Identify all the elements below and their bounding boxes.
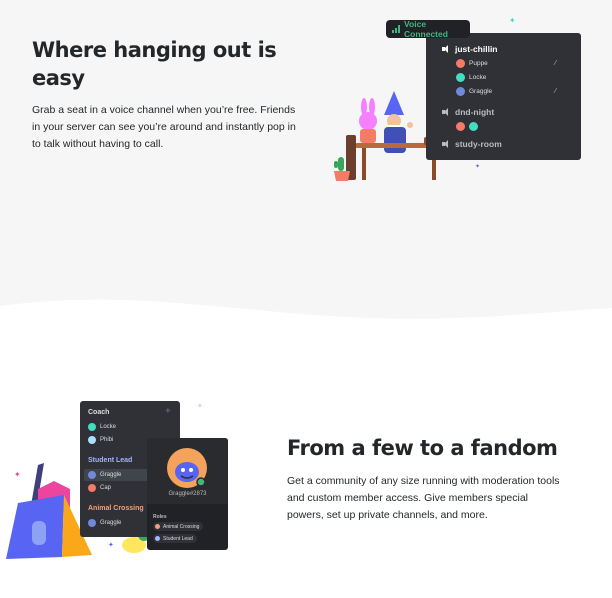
avatar [88,436,96,444]
role-dot-icon [155,536,160,541]
voice-channel-study-room[interactable]: study-room [442,139,502,149]
member-name: Phibi [100,437,114,443]
wave-divider [0,299,612,350]
voice-channel-dnd-night[interactable]: dnd-night [442,107,494,117]
speaker-icon [442,108,451,116]
profile-avatar [167,448,207,488]
avatar [456,59,465,68]
voice-channel-label: dnd-night [455,107,495,117]
voice-user[interactable]: Graggle [456,87,492,96]
creature-icon [175,462,206,487]
role-name: Student Lead [163,535,193,542]
mic-muted-icon: ⁄ [555,88,557,95]
voice-user-name: Puppe [469,60,488,67]
sparkle-icon: ✦ [108,542,114,549]
speaker-icon [442,140,451,148]
speaker-icon [442,45,451,53]
voice-connected-badge: Voice Connected [386,19,470,39]
member-name: Locke [100,424,117,430]
sparkle-icon: ✦ [475,164,481,170]
avatar [88,423,96,431]
role-header-coach: Coach [88,409,110,416]
sparkle-icon: ✦ [197,403,203,410]
member-row[interactable]: Graggle [88,519,121,527]
section-body-hanging-out: Grab a seat in a voice channel when you’… [32,104,296,150]
add-icon[interactable]: + [165,406,171,417]
voice-user-avatars [456,122,478,131]
section-body-fandom: Get a community of any size running with… [287,475,560,521]
sparkle-icon: ✦ [509,16,516,25]
member-row[interactable]: Locke [88,423,116,431]
voice-channel-label: just-chillin [455,44,498,54]
avatar [88,519,96,527]
signal-icon [392,25,400,33]
voice-user-name: Locke [469,74,487,81]
section-title-hanging-out: Where hanging out is easy [32,38,277,90]
role-pill: Animal Crossing [153,522,204,531]
avatar [456,122,465,131]
voice-user[interactable]: Locke [456,73,486,82]
avatar [456,87,465,96]
roles-label: Roles [153,514,167,520]
voice-user[interactable]: Puppe [456,59,488,68]
role-dot-icon [155,524,160,529]
sparkle-icon: ✦ [14,470,21,479]
profile-username: Graggle#2873 [168,491,207,497]
avatar [456,73,465,82]
member-name: Cap [100,485,112,491]
member-name: Graggle [100,472,122,478]
voice-channel-just-chillin[interactable]: just-chillin [442,44,498,54]
role-header-animal-crossing: Animal Crossing [88,505,144,512]
avatar [88,484,96,492]
section-title-fandom: From a few to a fandom [287,436,558,460]
member-row[interactable]: Phibi [88,436,113,444]
member-row[interactable]: Cap [88,484,111,492]
role-name: Animal Crossing [163,523,200,530]
profile-popout: Graggle#2873 Roles Animal Crossing Stude… [147,438,228,550]
member-row[interactable]: Graggle [88,471,121,479]
role-pill: Student Lead [153,534,197,543]
voice-channel-label: study-room [455,139,502,149]
role-header-student-lead: Student Lead [88,457,133,464]
avatar [469,122,478,131]
avatar [88,471,96,479]
voice-status-text: Voice Connected [404,19,448,39]
mic-muted-icon: ⁄ [555,60,557,67]
member-name: Graggle [100,520,122,526]
voice-user-name: Graggle [469,88,493,95]
